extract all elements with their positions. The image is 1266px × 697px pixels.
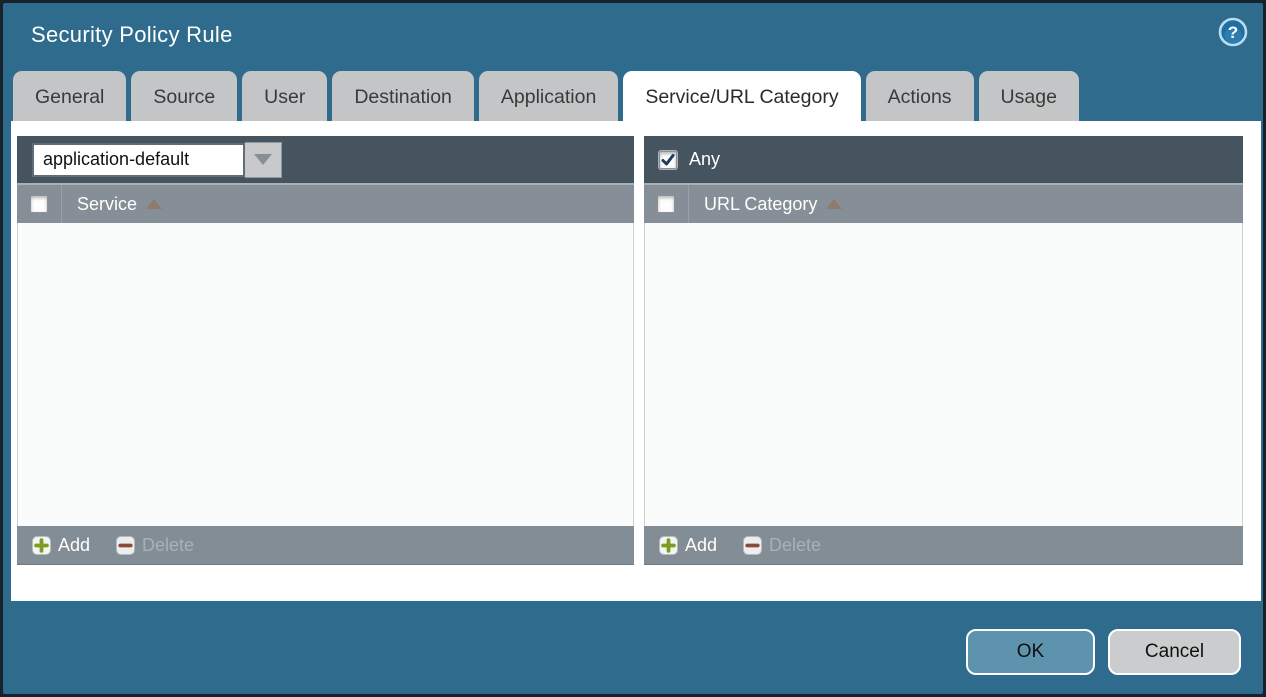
service-column-header[interactable]: Service: [62, 185, 162, 223]
checkmark-icon: [660, 152, 676, 168]
sort-asc-icon: [146, 199, 162, 209]
service-table-header: Service: [17, 183, 634, 223]
tab-service-url-category[interactable]: Service/URL Category: [623, 71, 860, 121]
security-policy-rule-dialog: Security Policy Rule ? General Source Us…: [0, 0, 1266, 697]
url-category-delete-button[interactable]: Delete: [743, 535, 821, 556]
delete-button-label: Delete: [769, 535, 821, 556]
any-label: Any: [689, 149, 720, 170]
url-category-add-button[interactable]: Add: [659, 535, 717, 556]
url-category-panel: Any URL Category Add: [644, 136, 1243, 565]
url-category-header-checkbox-cell: [644, 185, 689, 223]
tab-user[interactable]: User: [242, 71, 327, 121]
add-button-label: Add: [685, 535, 717, 556]
service-header-checkbox-cell: [17, 185, 62, 223]
plus-icon: [659, 536, 678, 555]
service-add-button[interactable]: Add: [32, 535, 90, 556]
dialog-title: Security Policy Rule: [31, 22, 233, 48]
service-type-combobox: [32, 142, 282, 178]
service-column-label: Service: [77, 194, 137, 215]
svg-text:?: ?: [1228, 23, 1238, 42]
url-category-table-header: URL Category: [644, 183, 1243, 223]
cancel-button[interactable]: Cancel: [1108, 629, 1241, 675]
url-category-panel-footer: Add Delete: [644, 526, 1243, 565]
tab-source[interactable]: Source: [131, 71, 237, 121]
service-table-body: [17, 223, 634, 526]
chevron-down-icon: [254, 154, 272, 165]
any-checkbox[interactable]: [659, 151, 677, 169]
service-panel-footer: Add Delete: [17, 526, 634, 565]
service-panel-toolbar: [17, 136, 634, 183]
service-type-dropdown-button[interactable]: [245, 142, 282, 178]
tab-actions[interactable]: Actions: [866, 71, 974, 121]
minus-icon: [743, 536, 762, 555]
service-select-all-checkbox[interactable]: [30, 195, 48, 213]
dialog-button-row: OK Cancel: [966, 629, 1241, 675]
minus-icon: [116, 536, 135, 555]
tab-destination[interactable]: Destination: [332, 71, 474, 121]
any-row: Any: [659, 149, 720, 170]
url-category-column-label: URL Category: [704, 194, 817, 215]
tab-application[interactable]: Application: [479, 71, 618, 121]
ok-button[interactable]: OK: [966, 629, 1095, 675]
sort-asc-icon: [826, 199, 842, 209]
url-category-select-all-checkbox[interactable]: [657, 195, 675, 213]
help-icon[interactable]: ?: [1218, 17, 1248, 47]
url-category-column-header[interactable]: URL Category: [689, 185, 842, 223]
service-delete-button[interactable]: Delete: [116, 535, 194, 556]
service-type-input[interactable]: [32, 143, 245, 177]
service-panel: Service Add Dele: [17, 136, 634, 565]
delete-button-label: Delete: [142, 535, 194, 556]
add-button-label: Add: [58, 535, 90, 556]
url-category-table-body: [644, 223, 1243, 526]
tab-general[interactable]: General: [13, 71, 126, 121]
url-category-panel-toolbar: Any: [644, 136, 1243, 183]
plus-icon: [32, 536, 51, 555]
tab-usage[interactable]: Usage: [979, 71, 1079, 121]
tab-content: Service Add Dele: [11, 121, 1261, 601]
tab-bar: General Source User Destination Applicat…: [13, 71, 1257, 121]
